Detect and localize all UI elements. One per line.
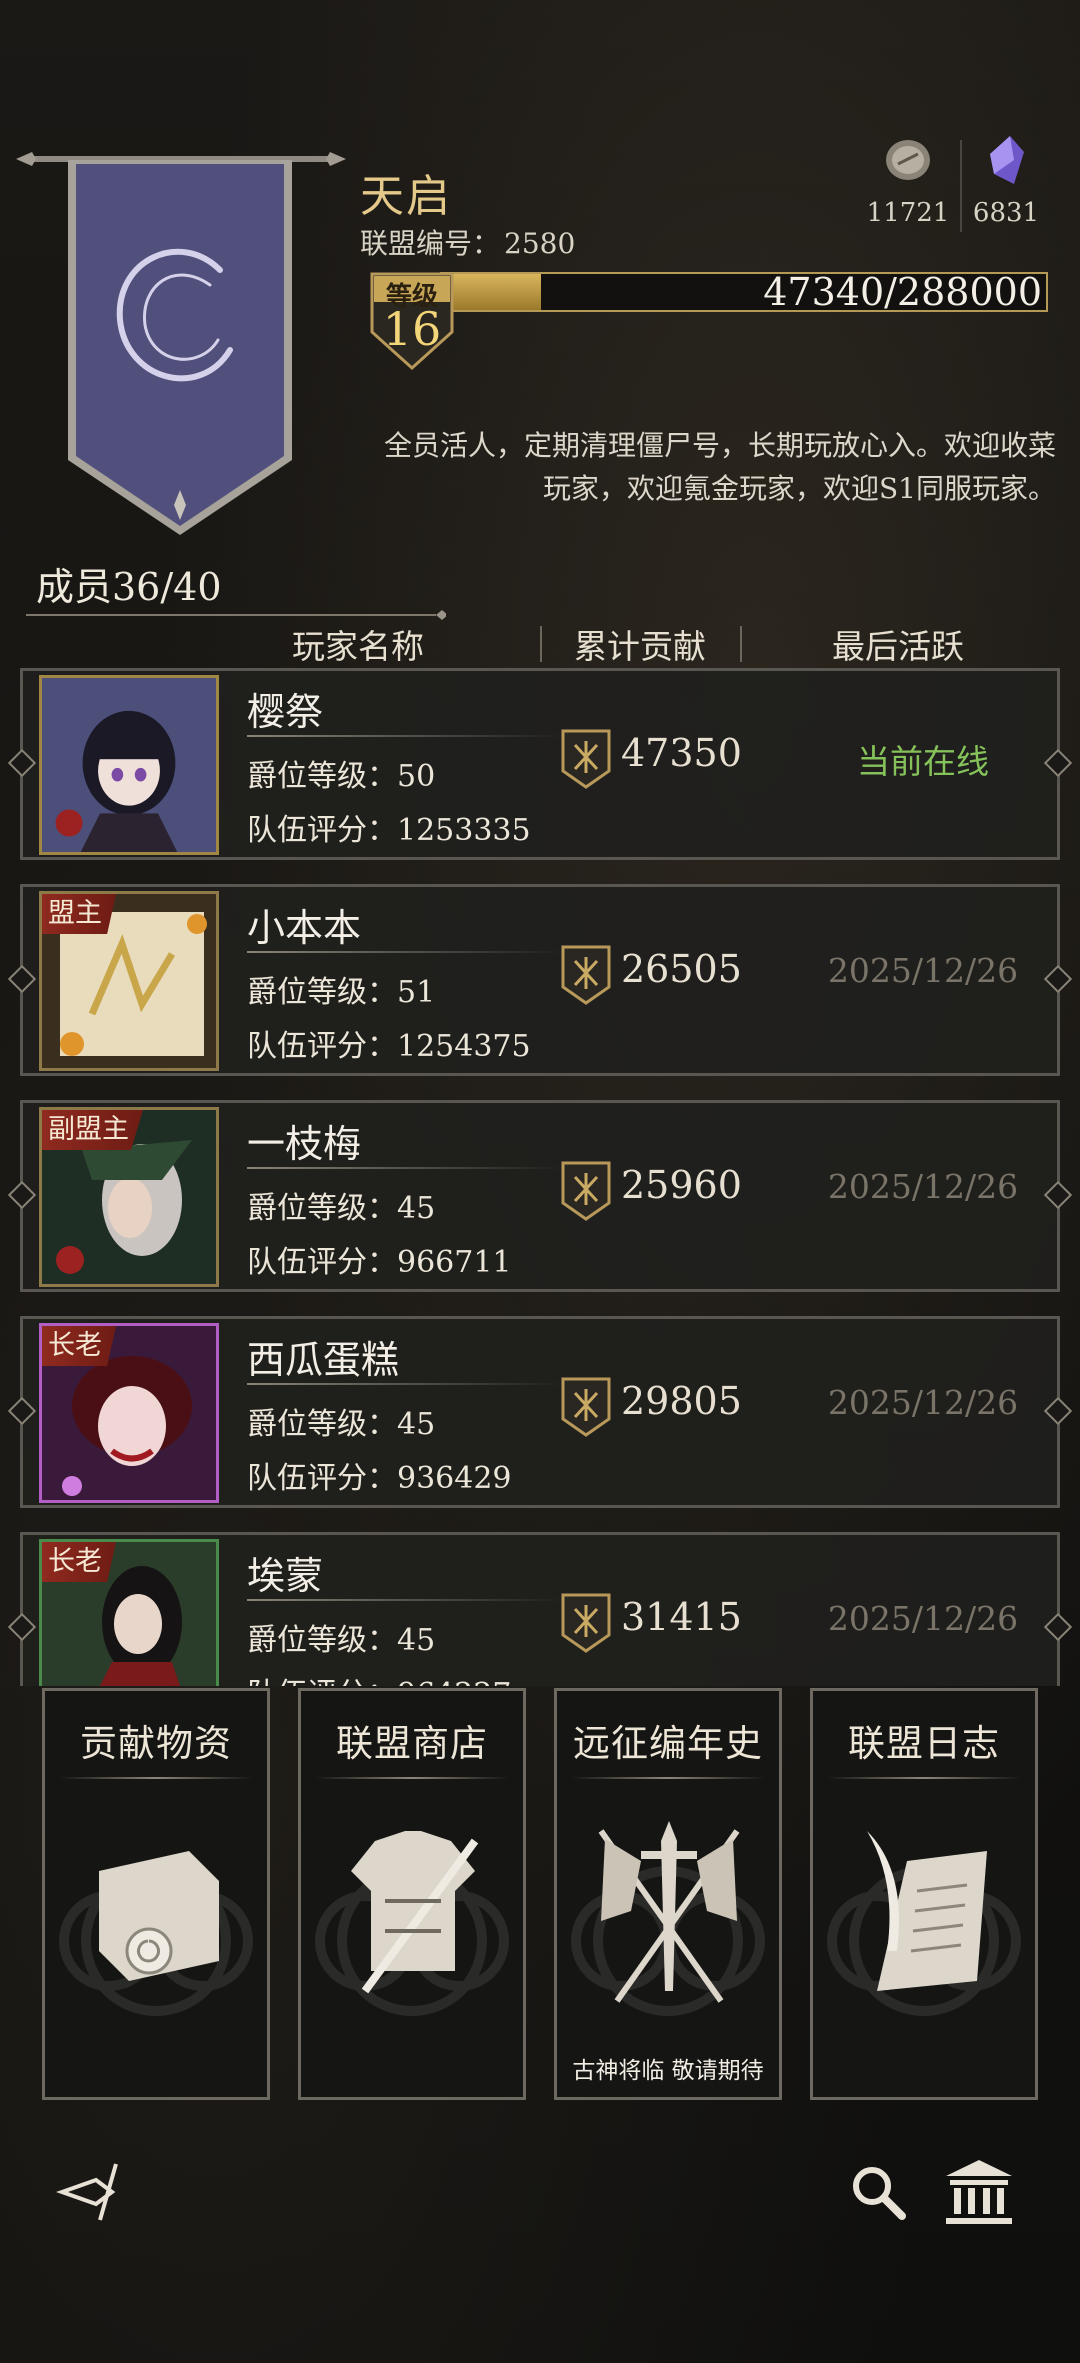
contribution-icon — [561, 1161, 611, 1221]
member-rank: 爵位等级：50 — [247, 759, 436, 794]
member-contribution: 25960 — [621, 1163, 742, 1207]
member-last-active: 当前在线 — [857, 742, 989, 781]
avatar[interactable]: 长老 — [39, 1323, 219, 1503]
crystal-icon — [990, 136, 1024, 184]
name-divider — [247, 1599, 563, 1601]
alliance-name: 天启 — [360, 171, 452, 222]
card-divider — [827, 1777, 1021, 1779]
column-separator — [740, 626, 742, 662]
alliance-id: 联盟编号： 2580 — [360, 227, 576, 260]
contribution-icon — [561, 729, 611, 789]
contribution-icon — [561, 1593, 611, 1653]
member-last-active: 2025/12/26 — [827, 951, 1019, 990]
name-divider — [247, 951, 563, 953]
card-divider — [571, 1777, 765, 1779]
card-title: 远征编年史 — [573, 1722, 763, 1765]
row-ornament — [7, 1396, 37, 1426]
contribution-icon — [561, 1377, 611, 1437]
card-title: 联盟商店 — [336, 1722, 488, 1765]
quill-paper-icon — [867, 1831, 987, 1991]
member-rank: 爵位等级：45 — [247, 1623, 436, 1658]
member-contribution: 31415 — [621, 1595, 742, 1639]
member-score: 队伍评分：1253335 — [247, 813, 531, 848]
crossed-banners-sword-icon — [598, 1821, 740, 2003]
avatar[interactable] — [39, 675, 219, 855]
member-last-active: 2025/12/26 — [827, 1167, 1019, 1206]
member-last-active: 2025/12/26 — [827, 1383, 1019, 1422]
member-rank: 爵位等级：45 — [247, 1191, 436, 1226]
alliance-banner[interactable] — [60, 160, 300, 540]
card-expedition-chronicle[interactable]: 远征编年史 古神将临 敬请期待 — [554, 1688, 782, 2100]
member-name: 埃蒙 — [247, 1554, 324, 1598]
hall-icon[interactable] — [944, 2158, 1014, 2226]
members-count: 成员36/40 — [36, 565, 222, 609]
role-badge: 副盟主 — [42, 1110, 143, 1150]
member-score: 队伍评分：966711 — [247, 1245, 512, 1280]
member-name: 一枝梅 — [247, 1122, 362, 1166]
level-progress-fill — [442, 274, 542, 310]
role-badge: 长老 — [42, 1326, 116, 1366]
name-divider — [247, 735, 563, 737]
member-list[interactable]: 樱祭 爵位等级：50 队伍评分：1253335 47350 当前在线 盟主 小本… — [0, 668, 1080, 1686]
member-row[interactable]: 长老 西瓜蛋糕 爵位等级：45 队伍评分：936429 29805 2025/1… — [7, 1316, 1073, 1508]
member-row[interactable]: 长老 埃蒙 爵位等级：45 队伍评分：964227 31415 2025/12/… — [7, 1532, 1073, 1686]
card-title: 联盟日志 — [848, 1722, 1000, 1765]
card-alliance-shop[interactable]: 联盟商店 — [298, 1688, 526, 2100]
member-score: 队伍评分：936429 — [247, 1461, 512, 1496]
column-separator — [540, 626, 542, 662]
member-name: 小本本 — [247, 906, 362, 950]
level-progress-bar: 47340/288000 — [440, 270, 1048, 314]
coin-icon — [886, 140, 930, 180]
avatar[interactable]: 副盟主 — [39, 1107, 219, 1287]
card-note: 古神将临 敬请期待 — [572, 2058, 764, 2084]
level-exp-text: 47340/288000 — [763, 270, 1042, 314]
row-ornament — [7, 1180, 37, 1210]
column-header-last-active: 最后活跃 — [832, 627, 964, 666]
member-contribution: 47350 — [621, 731, 742, 775]
name-divider — [247, 1167, 563, 1169]
back-icon[interactable] — [56, 2160, 136, 2224]
member-last-active: 2025/12/26 — [827, 1599, 1019, 1638]
card-contribute-supplies[interactable]: 贡献物资 — [42, 1688, 270, 2100]
scroll-icon — [99, 1851, 219, 1981]
member-score: 队伍评分：1254375 — [247, 1029, 531, 1064]
role-badge: 盟主 — [42, 894, 116, 934]
member-row[interactable]: 樱祭 爵位等级：50 队伍评分：1253335 47350 当前在线 — [7, 668, 1073, 860]
row-ornament — [7, 964, 37, 994]
members-underline — [26, 610, 446, 620]
row-ornament — [7, 748, 37, 778]
armor-sword-icon — [351, 1831, 479, 1994]
member-row[interactable]: 盟主 小本本 爵位等级：51 队伍评分：1254375 26505 2025/1… — [7, 884, 1073, 1076]
avatar[interactable]: 盟主 — [39, 891, 219, 1071]
search-icon[interactable] — [848, 2162, 908, 2222]
card-alliance-log[interactable]: 联盟日志 — [810, 1688, 1038, 2100]
member-name: 西瓜蛋糕 — [247, 1338, 400, 1382]
member-rank: 爵位等级：51 — [247, 975, 436, 1010]
crystal-count: 6831 — [972, 198, 1040, 228]
avatar[interactable]: 长老 — [39, 1539, 219, 1686]
member-contribution: 29805 — [621, 1379, 742, 1423]
member-row[interactable]: 副盟主 一枝梅 爵位等级：45 队伍评分：966711 25960 2025/1… — [7, 1100, 1073, 1292]
row-ornament — [7, 1612, 37, 1642]
member-contribution: 26505 — [621, 947, 742, 991]
member-score: 队伍评分：964227 — [247, 1669, 512, 1686]
name-divider — [247, 1383, 563, 1385]
member-name: 樱祭 — [247, 690, 324, 734]
card-divider — [315, 1777, 509, 1779]
card-divider — [59, 1777, 253, 1779]
member-rank: 爵位等级：45 — [247, 1407, 436, 1442]
role-badge: 长老 — [42, 1542, 116, 1582]
card-title: 贡献物资 — [80, 1722, 232, 1765]
level-number: 16 — [382, 302, 442, 356]
column-header-contribution: 累计贡献 — [574, 627, 706, 666]
alliance-description: 全员活人，定期清理僵尸号，长期玩放心入。欢迎收菜玩家，欢迎氪金玩家，欢迎S1同服… — [383, 429, 1056, 505]
contribution-icon — [561, 945, 611, 1005]
column-header-name: 玩家名称 — [292, 627, 424, 666]
